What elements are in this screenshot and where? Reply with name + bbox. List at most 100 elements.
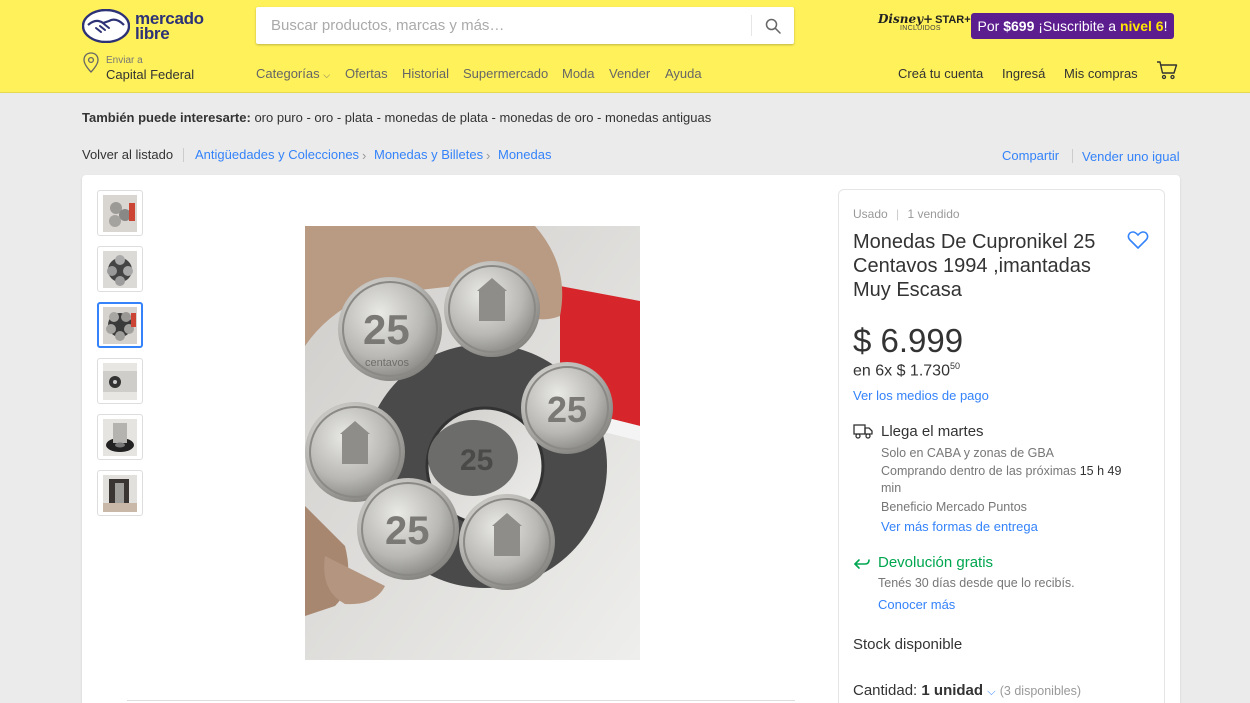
svg-text:25: 25	[363, 306, 410, 353]
return-arrow-icon	[854, 559, 870, 569]
breadcrumb-item[interactable]: Monedas y Billetes	[374, 147, 483, 162]
favorite-button[interactable]	[1127, 230, 1149, 250]
delivery-deadline: Comprando dentro de las próximas 15 h 49	[881, 464, 1121, 478]
quantity-selector[interactable]: Cantidad: 1 unidad ⌵ (3 disponibles)	[853, 682, 1081, 699]
main-product-image[interactable]: 25 25 centavos 25 25	[305, 226, 640, 660]
chevron-right-icon: ›	[362, 148, 367, 163]
stock-status: Stock disponible	[853, 636, 963, 653]
delivery-deadline-text: Comprando dentro de las próximas	[881, 464, 1077, 478]
search-bar	[256, 7, 794, 44]
related-item[interactable]: monedas de oro	[499, 110, 593, 125]
quantity-value: 1 unidad	[921, 682, 984, 699]
back-to-list-link[interactable]: Volver al listado	[82, 147, 173, 162]
installments-cents: 50	[949, 361, 960, 371]
related-label: También puede interesarte:	[82, 110, 251, 125]
thumbnail-image	[103, 475, 137, 512]
delivery-zone: Solo en CABA y zonas de GBA	[881, 446, 1055, 460]
login-link[interactable]: Ingresá	[1002, 66, 1045, 81]
related-searches: También puede interesarte: oro puro - or…	[82, 110, 712, 125]
svg-text:25: 25	[460, 444, 493, 477]
product-title: Monedas De Cupronikel 25 Centavos 1994 ,…	[853, 231, 1096, 301]
nav-vender[interactable]: Vender	[609, 66, 650, 81]
breadcrumb-item[interactable]: Antigüedades y Colecciones	[195, 147, 359, 162]
disney-star-badge[interactable]: Disney+ STAR+ INCLUIDOS	[878, 12, 971, 42]
sell-same-link[interactable]: Vender uno igual	[1082, 149, 1180, 164]
chevron-down-icon: ⌵	[987, 686, 996, 698]
svg-text:25: 25	[547, 389, 587, 430]
cart-button[interactable]	[1156, 60, 1178, 80]
quantity-label: Cantidad:	[853, 682, 918, 699]
gallery-thumbnail-selected[interactable]	[97, 302, 143, 348]
quantity-available: (3 disponibles)	[999, 684, 1082, 698]
mercadolibre-logo[interactable]: mercado libre	[81, 8, 212, 44]
search-button[interactable]	[752, 7, 794, 44]
thumbnail-image	[103, 195, 137, 232]
gallery-thumbnail[interactable]	[97, 190, 143, 236]
thumbnail-image	[103, 363, 137, 400]
learn-more-link[interactable]: Conocer más	[878, 597, 955, 612]
product-price: $ 6.999	[853, 322, 964, 359]
condition-label: Usado	[853, 207, 888, 221]
location-label: Enviar a	[106, 55, 143, 66]
sold-count: 1 vendido	[907, 207, 960, 221]
logo-line2: libre	[135, 24, 170, 43]
thumbnail-image	[103, 307, 137, 344]
search-icon	[765, 18, 781, 34]
promo-pre: Por	[977, 18, 1000, 34]
related-item[interactable]: plata	[345, 110, 373, 125]
chevron-down-icon: ⌵	[323, 70, 331, 80]
heart-icon	[1127, 231, 1149, 249]
nav-moda[interactable]: Moda	[562, 66, 595, 81]
nav-categorias[interactable]: Categorías ⌵	[256, 66, 330, 81]
gallery-divider	[127, 700, 795, 701]
related-item[interactable]: monedas antiguas	[605, 110, 711, 125]
location-pin-icon	[83, 52, 99, 73]
create-account-link[interactable]: Creá tu cuenta	[898, 66, 983, 81]
my-purchases-link[interactable]: Mis compras	[1064, 66, 1138, 81]
installments-info: en 6x $ 1.73050	[853, 361, 960, 380]
gallery-thumbnail[interactable]	[97, 358, 143, 404]
truck-icon	[853, 424, 873, 439]
nav-ofertas[interactable]: Ofertas	[345, 66, 388, 81]
promo-end: !	[1163, 18, 1168, 34]
search-input[interactable]	[256, 7, 751, 44]
gallery-thumbnail[interactable]	[97, 414, 143, 460]
disney-label: Disney+	[878, 12, 934, 26]
more-delivery-options-link[interactable]: Ver más formas de entrega	[881, 519, 1038, 534]
chevron-right-icon: ›	[486, 148, 491, 163]
cart-icon	[1157, 61, 1178, 80]
related-item[interactable]: oro	[314, 110, 333, 125]
header: mercado libre Disney+STAR+ INCLUIDOS Por…	[0, 0, 1250, 93]
disney-sub: INCLUIDOS	[900, 25, 941, 32]
free-return-subtitle: Tenés 30 días desde que lo recibís.	[878, 576, 1075, 590]
thumbnail-image	[103, 419, 137, 456]
promo-level: nivel 6	[1119, 18, 1164, 34]
related-item[interactable]: oro puro	[254, 110, 302, 125]
condition-info: Usado | 1 vendido	[853, 207, 960, 221]
nav-historial[interactable]: Historial	[402, 66, 449, 81]
svg-text:centavos: centavos	[365, 357, 410, 369]
delivery-title: Llega el martes	[881, 423, 984, 440]
gallery-thumbnail[interactable]	[97, 246, 143, 292]
location-selector[interactable]: Enviar a Capital Federal	[82, 52, 212, 82]
share-link[interactable]: Compartir	[1002, 148, 1059, 163]
promo-mid: ¡Suscribite a	[1038, 18, 1117, 34]
product-photo: 25 25 centavos 25 25	[305, 226, 640, 660]
thumbnail-image	[103, 251, 137, 288]
share-divider	[1072, 149, 1073, 163]
subscription-promo-button[interactable]: Por $699 ¡Suscribite a nivel 6!	[971, 13, 1174, 39]
payment-methods-link[interactable]: Ver los medios de pago	[853, 388, 989, 403]
location-value: Capital Federal	[106, 67, 195, 82]
nav-supermercado[interactable]: Supermercado	[463, 66, 548, 81]
delivery-benefit: Beneficio Mercado Puntos	[881, 500, 1027, 514]
related-item[interactable]: monedas de plata	[385, 110, 488, 125]
gallery-thumbnail[interactable]	[97, 470, 143, 516]
installments-text: en 6x $ 1.730	[853, 362, 950, 380]
promo-price: $699	[1003, 18, 1035, 34]
delivery-deadline-time: 15 h 49	[1079, 464, 1122, 478]
nav-ayuda[interactable]: Ayuda	[665, 66, 702, 81]
condition-divider: |	[896, 207, 900, 221]
breadcrumb-item[interactable]: Monedas	[498, 147, 551, 162]
delivery-deadline-unit: min	[881, 481, 902, 495]
breadcrumb-divider	[183, 148, 184, 162]
